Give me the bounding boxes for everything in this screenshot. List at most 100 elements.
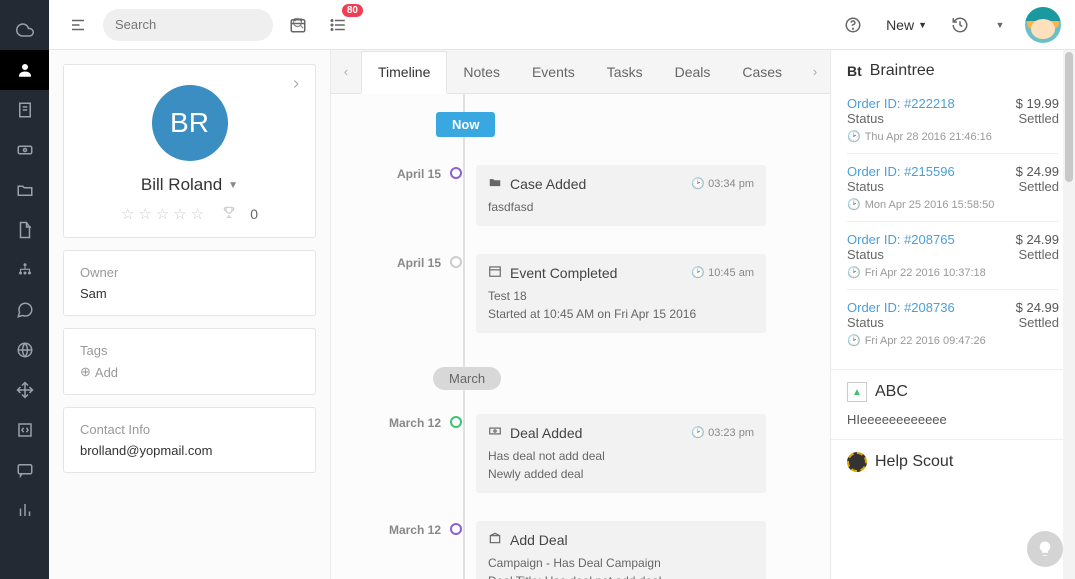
order-date: 🕑 Fri Apr 22 2016 10:37:18 [847,266,1059,279]
clock-icon: 🕑 [691,177,705,190]
timeline-title: Deal Added [510,425,691,441]
menu-toggle-icon[interactable] [63,10,93,40]
tab-cases[interactable]: Cases [726,50,798,93]
star-rating[interactable]: ☆☆☆☆☆ [121,205,208,223]
order-item[interactable]: Order ID: #215596$ 24.99StatusSettled🕑 M… [847,153,1059,221]
timeline-date: April 15 [331,254,449,333]
braintree-widget: BtBraintree Order ID: #222218$ 19.99Stat… [831,50,1075,370]
order-amount: $ 24.99 [1016,300,1059,315]
contact-info-label: Contact Info [80,422,299,437]
chevron-down-icon: ▼ [228,180,238,191]
document-icon[interactable] [0,210,49,250]
contact-info-card: Contact Info brolland@yopmail.com [63,407,316,473]
order-amount: $ 24.99 [1016,232,1059,247]
braintree-title: Braintree [870,62,935,80]
tags-label: Tags [80,343,299,358]
timeline-dot [450,256,462,268]
braintree-logo: Bt [847,63,862,79]
globe-icon[interactable] [0,330,49,370]
order-item[interactable]: Order ID: #208736$ 24.99StatusSettled🕑 F… [847,289,1059,357]
timeline-card[interactable]: Deal Added 🕑03:23 pm Has deal not add de… [476,414,766,493]
cloud-icon[interactable] [0,10,49,50]
scrollbar[interactable] [1063,50,1075,579]
search-box[interactable] [103,9,273,41]
add-tag-label: Add [95,365,118,380]
chevron-down-icon: ▼ [918,20,927,30]
detail-tabs: ‹ Timeline Notes Events Tasks Deals Case… [331,50,830,94]
code-icon[interactable] [0,410,49,450]
profile-card: BR Bill Roland ▼ ☆☆☆☆☆ 0 [63,64,316,238]
deals-icon[interactable] [0,130,49,170]
tab-timeline[interactable]: Timeline [361,51,447,94]
add-tag-button[interactable]: ⊕ Add [80,364,299,380]
owner-card: Owner Sam [63,250,316,316]
comment-icon[interactable] [0,450,49,490]
abc-widget: ▲ABC HIeeeeeeeeeeee [831,370,1075,440]
helpscout-widget: Help Scout [831,440,1075,490]
chat-icon[interactable] [0,290,49,330]
timeline-item: March 12 Add Deal Campaign - Has Deal Ca… [331,521,816,579]
timeline-body: fasdfasd [488,198,754,216]
timeline-card[interactable]: Event Completed 🕑10:45 am Test 18 Starte… [476,254,766,333]
abc-title: ABC [875,383,908,401]
search-input[interactable] [115,17,291,32]
tab-scroll-left[interactable]: ‹ [331,50,361,93]
org-icon[interactable] [0,250,49,290]
order-status-value: Settled [1019,315,1059,330]
timeline-time: 🕑03:23 pm [691,426,754,439]
hint-fab[interactable] [1027,531,1063,567]
timeline-body: Campaign - Has Deal Campaign Deal Title:… [488,554,754,579]
help-icon[interactable] [838,10,868,40]
timeline-card[interactable]: Case Added 🕑03:34 pm fasdfasd [476,165,766,226]
notification-badge: 80 [342,4,363,17]
score-value: 0 [250,206,258,222]
timeline-card[interactable]: Add Deal Campaign - Has Deal Campaign De… [476,521,766,579]
tasks-icon[interactable]: 80 [323,10,353,40]
clock-icon: 🕑 [691,266,705,279]
tab-events[interactable]: Events [516,50,591,93]
reports-icon[interactable] [0,490,49,530]
order-date: 🕑 Mon Apr 25 2016 15:58:50 [847,198,1059,211]
order-item[interactable]: Order ID: #222218$ 19.99StatusSettled🕑 T… [847,86,1059,153]
tab-notes[interactable]: Notes [447,50,516,93]
timeline-date: March 12 [331,521,449,579]
new-button[interactable]: New ▼ [878,17,935,33]
history-icon[interactable] [945,10,975,40]
order-status-value: Settled [1019,247,1059,262]
order-item[interactable]: Order ID: #208765$ 24.99StatusSettled🕑 F… [847,221,1059,289]
order-status-value: Settled [1019,111,1059,126]
contact-name-dropdown[interactable]: Bill Roland ▼ [80,175,299,195]
helpscout-logo [847,452,867,472]
contact-email: brolland@yopmail.com [80,443,299,458]
order-status-label: Status [847,111,884,126]
timeline-time: 🕑03:34 pm [691,177,754,190]
clock-icon: 🕑 [847,198,861,211]
timeline-title: Event Completed [510,265,691,281]
move-icon[interactable] [0,370,49,410]
timeline-item: March 12 Deal Added 🕑03:23 pm Has deal n… [331,414,816,493]
expand-icon[interactable] [289,77,303,94]
user-avatar[interactable] [1025,7,1061,43]
company-icon[interactable] [0,90,49,130]
timeline-scroll[interactable]: Now April 15 Case Added 🕑03:34 pm fasdfa… [331,94,830,579]
folder-icon[interactable] [0,170,49,210]
folder-icon [488,175,502,192]
timeline-title: Case Added [510,176,691,192]
timeline-item: April 15 Event Completed 🕑10:45 am Test … [331,254,816,333]
contact-sidebar: BR Bill Roland ▼ ☆☆☆☆☆ 0 Owner Sam Tags … [49,50,331,579]
calendar-icon [488,264,502,281]
order-date: 🕑 Thu Apr 28 2016 21:46:16 [847,130,1059,143]
order-id: Order ID: #215596 [847,164,955,179]
clock-icon: 🕑 [847,130,861,143]
abc-body: HIeeeeeeeeeeee [847,412,1059,427]
clock-icon: 🕑 [847,334,861,347]
timeline-body: Test 18 Started at 10:45 AM on Fri Apr 1… [488,287,754,323]
tab-deals[interactable]: Deals [659,50,727,93]
tab-tasks[interactable]: Tasks [591,50,659,93]
contact-icon[interactable] [0,50,49,90]
more-icon[interactable]: ▼ [985,10,1015,40]
left-nav-rail [0,0,49,579]
tab-scroll-right[interactable]: › [800,50,830,93]
contact-name: Bill Roland [141,175,222,195]
calendar-icon[interactable] [283,10,313,40]
